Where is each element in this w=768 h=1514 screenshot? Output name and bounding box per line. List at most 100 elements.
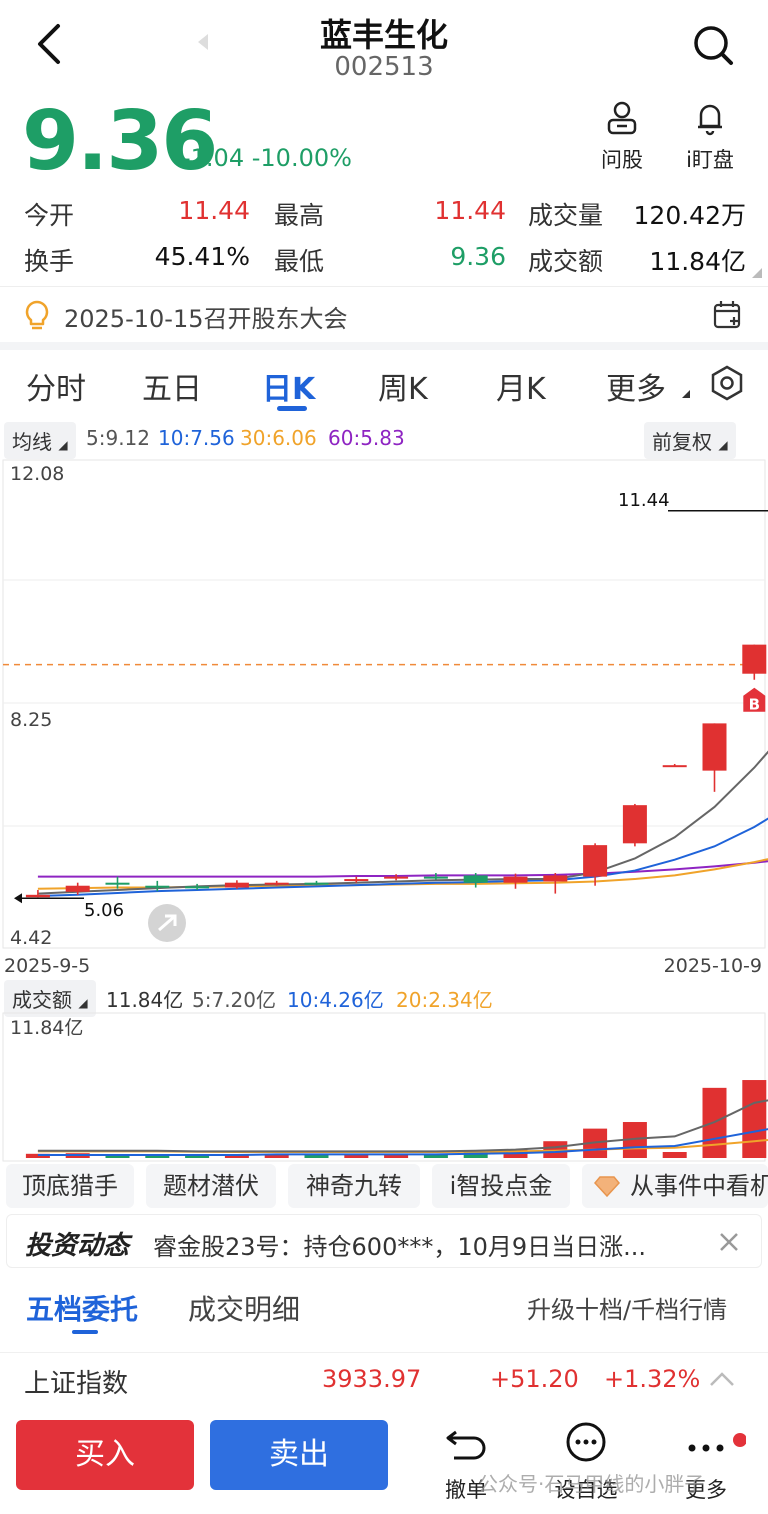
tab-five-day[interactable]: 五日 [142,364,202,408]
amount-value: 11.84亿 [649,247,746,276]
candle [702,723,727,792]
news-brand: 投资动态 [25,1231,130,1261]
cancel-order-button[interactable]: 撤单 [426,1418,506,1502]
add-watchlist-button[interactable]: 设自选 [546,1418,626,1502]
search-button[interactable] [690,22,736,68]
tab-five-level-orders[interactable]: 五档委托 [26,1288,138,1328]
index-row[interactable]: 上证指数 3933.97 +51.20 +1.32% [0,1352,768,1408]
search-icon [694,26,733,65]
feature-event-view-label: 从事件中看机 [630,1172,768,1200]
y-axis-mid: 8.25 [10,709,52,731]
current-price: 9.36 [22,94,218,189]
ma30-value: 30:6.06 [240,426,317,450]
volume-bar [304,1155,329,1158]
y-axis-min: 4.42 [10,927,52,949]
buy-button[interactable]: 买入 [16,1420,194,1490]
volume-total: 11.84亿 [106,988,184,1012]
feature-event-view[interactable]: 从事件中看机 [582,1164,768,1208]
lightbulb-icon [25,300,49,330]
ask-stock-label: 问股 [601,148,643,172]
header: 蓝丰生化 002513 [0,0,768,90]
candle [145,880,170,892]
y-axis-max: 12.08 [10,463,64,485]
volume-legend-row: 成交额 ◢ 11.84亿 5:7.20亿 10:4.26亿 20:2.34亿 [0,980,768,1017]
chevron-up-icon[interactable] [708,1369,736,1389]
news-banner[interactable]: 投资动态 睿金股23号：持仓600***，10月9日当日涨... [6,1214,762,1268]
order-tab-indicator [72,1330,98,1334]
tab-daily-k[interactable]: 日K [262,364,315,408]
calendar-add-icon[interactable] [712,299,744,331]
watch-market-label: i盯盘 [686,148,734,172]
bottom-action-bar: 买入 卖出 撤单 设自选 更多 公众号·石马甲线的小胖子 [0,1410,768,1514]
tab-trade-details[interactable]: 成交明细 [188,1288,300,1328]
high-label: 最高 [274,201,325,230]
volume-ma-lines [37,1099,768,1157]
volume-label: 成交量 [528,201,604,230]
kline-grid [3,579,765,827]
settings-hexagon-icon[interactable] [708,364,746,402]
dropdown-triangle-icon: ◢ [58,438,68,452]
tab-intraday[interactable]: 分时 [26,364,86,408]
event-banner[interactable]: 2025-10-15召开股东大会 [0,286,768,342]
feature-magic-nine[interactable]: 神奇九转 [288,1164,420,1208]
more-dropdown-icon [682,390,690,398]
volume-value: 120.42万 [633,201,746,230]
feature-smart-gold[interactable]: i智投点金 [432,1164,570,1208]
tab-monthly-k[interactable]: 月K [496,364,546,408]
low-label: 最低 [274,247,325,276]
low-annotation: 5.06 [84,900,124,921]
ma10-line [37,817,768,898]
watermark: 公众号·石马甲线的小胖子 [478,1472,705,1496]
index-value: 3933.97 [322,1365,422,1393]
amount-label: 成交额 [528,247,604,276]
feature-theme-ambush[interactable]: 题材潜伏 [146,1164,276,1208]
chat-dots-icon [566,1422,606,1462]
upgrade-market-link[interactable]: 升级十档/千档行情 [527,1290,727,1325]
change-amount: -1.04 [182,144,245,172]
ma-selector[interactable]: 均线 ◢ [4,422,76,459]
volume-ma20: 20:2.34亿 [396,988,493,1012]
watch-market-button[interactable]: i盯盘 [670,100,750,174]
change-percent: -10.00% [251,144,352,172]
candle [742,644,767,680]
index-name: 上证指数 [24,1369,129,1399]
event-text: 2025-10-15召开股东大会 [64,305,348,333]
volume-selector-label: 成交额 [12,988,72,1012]
order-tabs: 五档委托 成交明细 升级十档/千档行情 [0,1278,768,1338]
candle [583,843,608,886]
volume-chart[interactable]: 11.84亿 [0,1012,768,1162]
ma-legend-row: 均线 ◢ 5:9.12 10:7.56 30:6.06 60:5.83 前复权 … [0,420,768,459]
tab-weekly-k[interactable]: 周K [378,364,428,408]
adjust-label: 前复权 [652,430,712,454]
ma5-line [37,750,768,895]
x-axis-end: 2025-10-9 [664,955,762,977]
sell-button[interactable]: 卖出 [210,1420,388,1490]
ma5-value: 5:9.12 [86,426,150,450]
ask-stock-button[interactable]: 问股 [582,100,662,174]
adjust-selector[interactable]: 前复权 ◢ [644,422,736,459]
volume-bar [742,1080,767,1158]
high-annotation: 11.44 [618,490,670,511]
volume-ma10: 10:4.26亿 [287,988,384,1012]
close-icon[interactable] [717,1230,741,1254]
expand-stats-icon[interactable] [752,268,762,278]
volume-ma5_line [37,1099,768,1153]
feature-top-bottom-hunter[interactable]: 顶底猎手 [6,1164,134,1208]
buy-marker[interactable]: B [743,687,766,714]
dropdown-triangle-icon: ◢ [78,996,88,1010]
volume-bar [662,1152,687,1158]
volume-ma20_line [37,1138,768,1154]
more-button[interactable]: 更多 [666,1418,747,1502]
active-tab-indicator [277,406,307,411]
stock-code: 002513 [334,52,434,82]
ma10-value: 10:7.56 [158,426,235,450]
dropdown-triangle-icon: ◢ [718,438,728,452]
volume-ma5: 5:7.20亿 [192,988,276,1012]
kline-frame [2,459,766,949]
low-value: 9.36 [450,242,506,271]
candles [25,644,767,898]
kline-chart[interactable]: 12.08 8.25 4.42 SB 11.44 5.06 2025-9-5 2… [0,458,768,982]
tab-more[interactable]: 更多 [606,364,666,408]
candle [224,880,249,889]
turnover-value: 45.41% [154,242,250,271]
